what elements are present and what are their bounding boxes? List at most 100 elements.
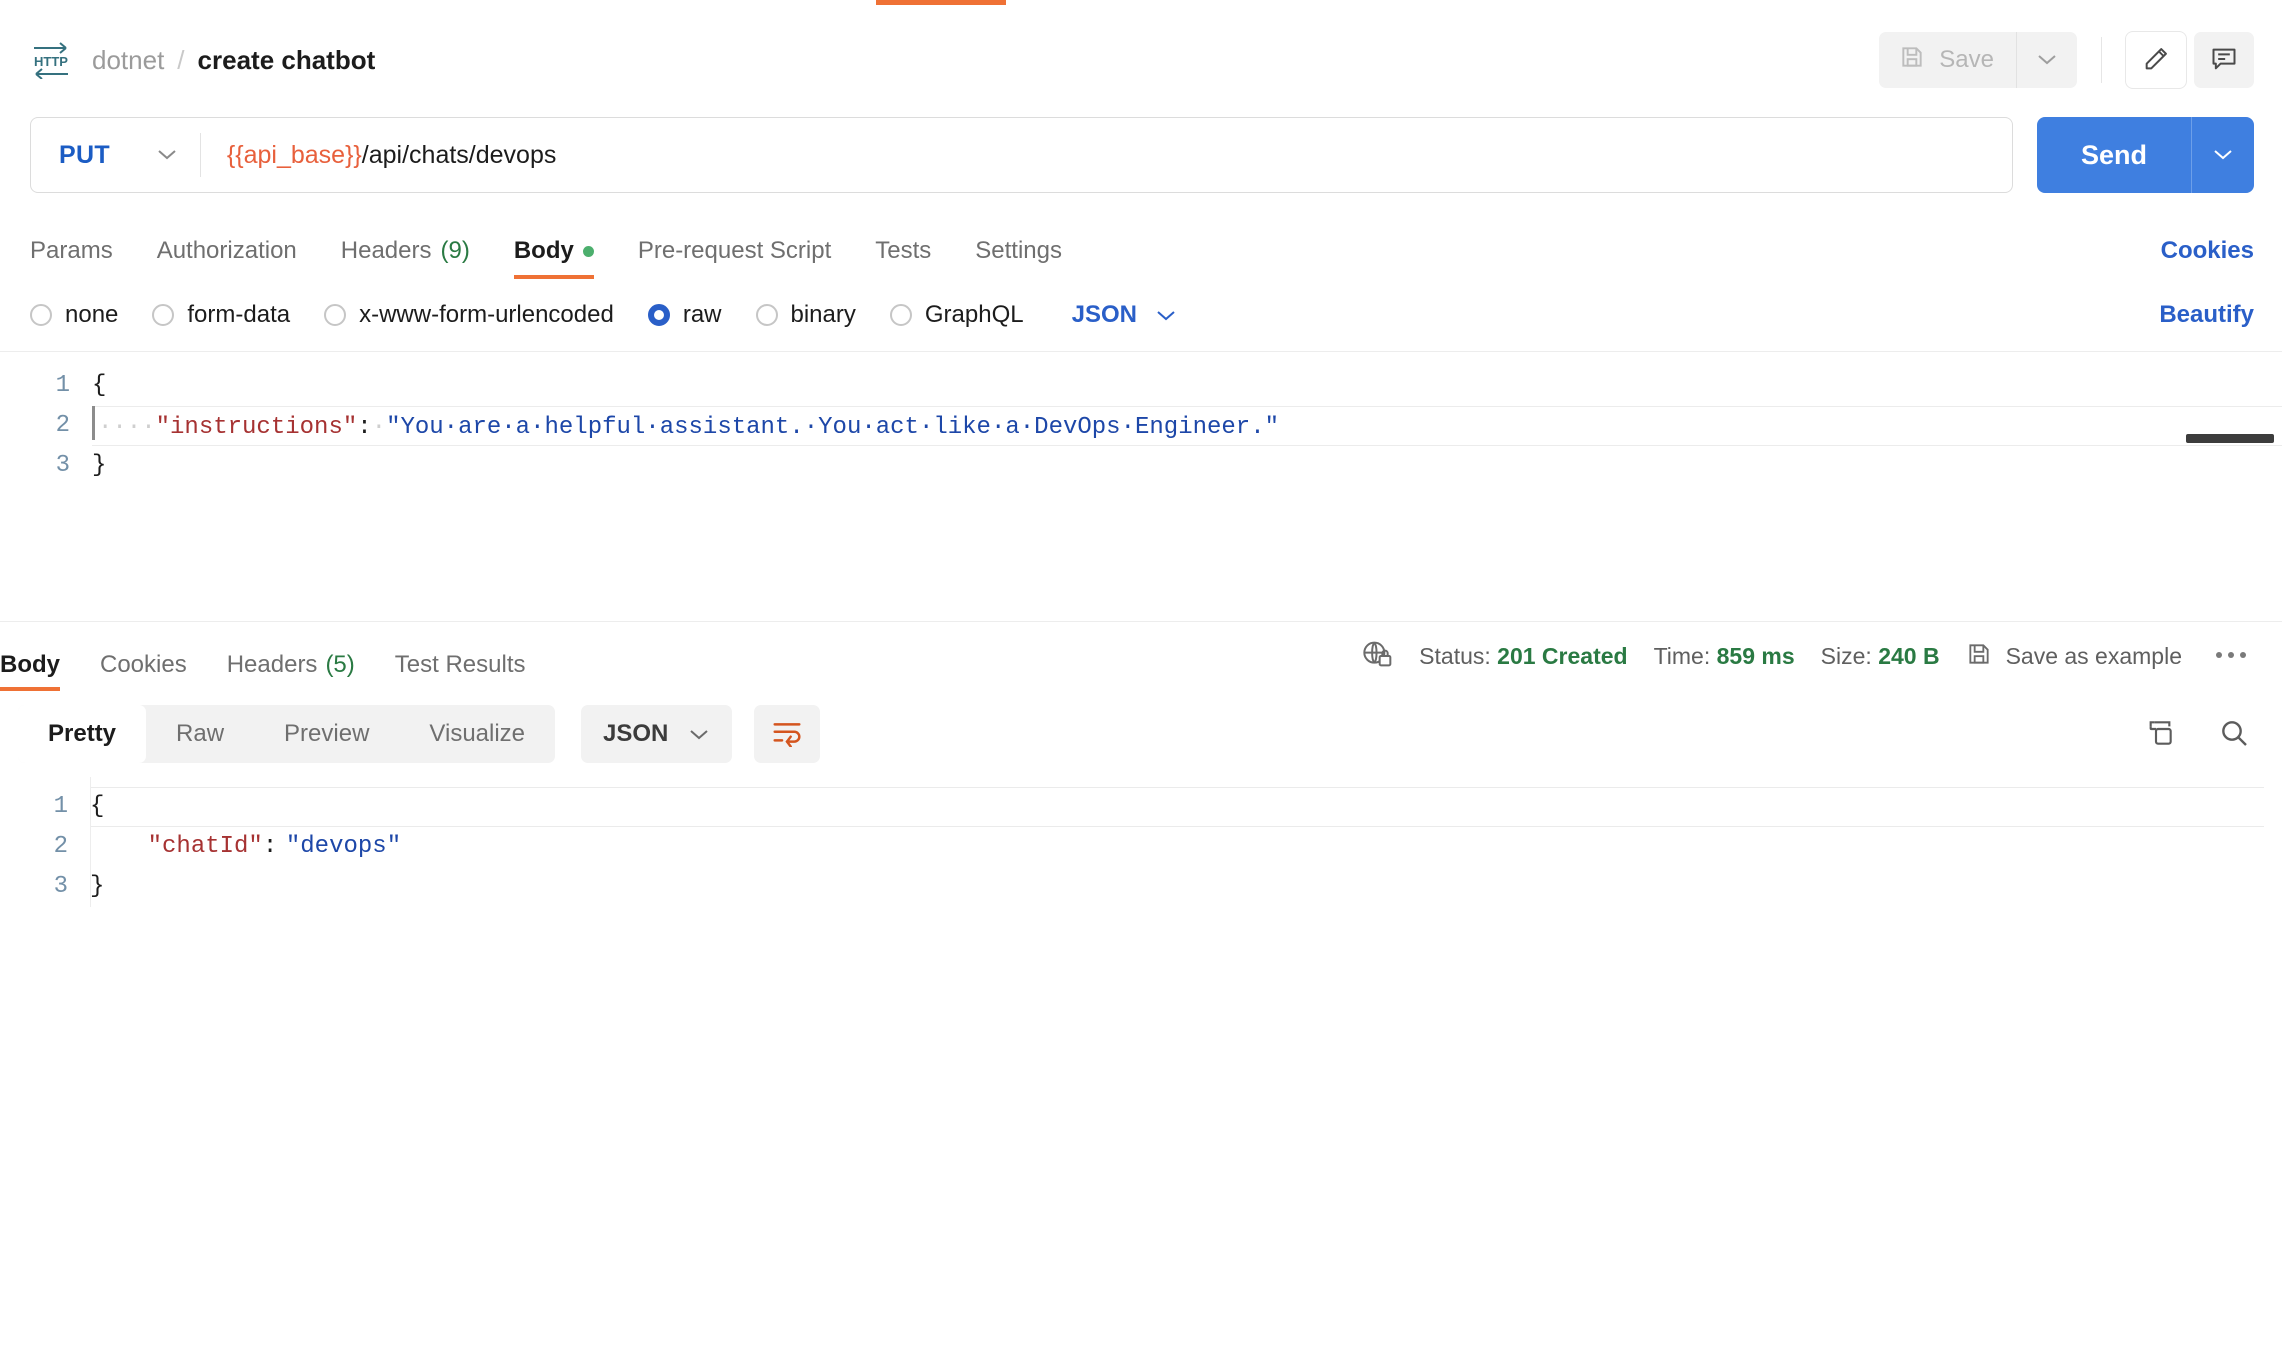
tab-settings[interactable]: Settings (975, 237, 1062, 279)
option-label: GraphQL (924, 301, 1024, 328)
ellipsis-icon (2214, 649, 2248, 664)
tab-params[interactable]: Params (30, 237, 113, 279)
radio-icon (324, 304, 347, 326)
body-type-x-www-form-urlencoded[interactable]: x-www-form-urlencoded (324, 301, 614, 329)
response-format-selector[interactable]: JSON (581, 705, 733, 763)
method-label: PUT (59, 140, 110, 169)
request-body-gutter: 1 2 3 (0, 366, 92, 486)
beautify-link[interactable]: Beautify (2159, 301, 2254, 329)
line-number: 2 (53, 833, 68, 860)
globe-lock-icon[interactable] (1361, 638, 1393, 675)
request-body-empty-space (0, 521, 2282, 621)
tab-label: Headers (226, 651, 318, 678)
code-token: { (90, 793, 105, 820)
chevron-down-icon (688, 720, 710, 748)
chevron-down-icon (1155, 301, 1177, 329)
tab-label: Headers (340, 237, 432, 264)
body-type-raw[interactable]: raw (647, 301, 722, 329)
line-number: 3 (53, 873, 68, 900)
save-button[interactable]: Save (1879, 32, 2016, 88)
view-preview[interactable]: Preview (254, 705, 399, 763)
body-type-none[interactable]: none (30, 301, 118, 329)
header-divider (2101, 37, 2102, 83)
radio-icon (152, 304, 175, 326)
view-visualize[interactable]: Visualize (399, 705, 555, 763)
code-line: } (92, 446, 2282, 486)
response-tab-body[interactable]: Body (0, 651, 60, 691)
size-value: 240 B (1878, 643, 1940, 669)
json-value: "You·are·a·helpful·assistant.·You·act·li… (386, 414, 1280, 441)
header-actions: Save (1879, 32, 2254, 88)
tab-authorization[interactable]: Authorization (157, 237, 297, 279)
tab-label: Settings (975, 237, 1062, 264)
floppy-disk-icon (1899, 44, 1925, 77)
tab-body[interactable]: Body (513, 237, 594, 279)
radio-icon (889, 304, 912, 326)
save-options-button[interactable] (2017, 32, 2077, 88)
code-token: } (90, 873, 105, 900)
url-input[interactable]: {{api_base}}/api/chats/devops (201, 141, 2012, 170)
tab-pre-request-script[interactable]: Pre-request Script (638, 237, 831, 279)
status-label: Status: 201 Created (1419, 643, 1627, 670)
body-type-graphql[interactable]: GraphQL (889, 301, 1024, 329)
word-wrap-button[interactable] (754, 705, 821, 763)
body-type-row: none form-data x-www-form-urlencoded raw… (0, 279, 2282, 351)
status-badge: 201 Created (1497, 643, 1628, 669)
radio-selected-icon (647, 304, 670, 326)
body-format-selector[interactable]: JSON (1072, 301, 1177, 329)
breadcrumb-collection[interactable]: dotnet (92, 45, 164, 76)
comments-button[interactable] (2194, 32, 2254, 88)
code-line: } (90, 867, 2282, 907)
tab-label: Authorization (156, 237, 297, 264)
response-more-options-button[interactable] (2208, 645, 2254, 668)
response-body-code[interactable]: { "chatId": "devops" } (90, 787, 2282, 907)
code-line: { (92, 366, 2282, 406)
json-colon: : (357, 414, 372, 441)
time-value: 859 ms (1716, 643, 1795, 669)
tab-tests[interactable]: Tests (875, 237, 931, 279)
request-body-editor[interactable]: 1 2 3 { ····"instructions":·"You·are·a·h… (0, 351, 2282, 521)
json-key: "instructions" (155, 414, 358, 441)
copy-icon (2144, 720, 2176, 752)
indent-guide (92, 406, 95, 440)
view-raw[interactable]: Raw (146, 705, 254, 763)
chevron-down-icon (2036, 52, 2058, 69)
active-tab-indicator (876, 0, 1006, 5)
horizontal-scrollbar[interactable] (2186, 434, 2274, 443)
tab-headers[interactable]: Headers (9) (341, 237, 470, 279)
cookies-link[interactable]: Cookies (2161, 237, 2254, 279)
send-button[interactable]: Send (2036, 117, 2191, 193)
response-tab-cookies[interactable]: Cookies (100, 651, 187, 691)
response-meta-bar: Body Cookies Headers (5) Test Results Sta… (0, 621, 2282, 691)
tab-label: Body (513, 237, 574, 264)
json-key: "chatId" (147, 833, 263, 860)
response-toolbar-actions (2140, 713, 2254, 756)
response-tab-headers[interactable]: Headers (5) (227, 651, 355, 691)
url-input-group: PUT {{api_base}}/api/chats/devops (30, 117, 2013, 193)
save-group: Save (1879, 32, 2077, 88)
url-path: /api/chats/devops (361, 140, 557, 169)
tab-label: Pre-request Script (637, 237, 832, 264)
response-headers-count: (5) (325, 651, 355, 678)
body-type-form-data[interactable]: form-data (152, 301, 290, 329)
response-tab-test-results[interactable]: Test Results (395, 651, 526, 691)
send-options-button[interactable] (2192, 117, 2254, 193)
svg-text:HTTP: HTTP (34, 54, 68, 69)
indent-dots: ···· (98, 414, 156, 441)
code-token: } (92, 452, 107, 479)
page-title: create chatbot (197, 44, 376, 75)
method-selector[interactable]: PUT (31, 118, 200, 192)
save-as-example-button[interactable]: Save as example (1966, 641, 2182, 673)
code-line: ····"instructions":·"You·are·a·helpful·a… (92, 406, 2282, 446)
request-body-code[interactable]: { ····"instructions":·"You·are·a·helpful… (92, 366, 2282, 486)
line-number: 1 (55, 372, 70, 399)
copy-response-button[interactable] (2140, 713, 2180, 756)
body-type-binary[interactable]: binary (755, 301, 856, 329)
line-number: 3 (55, 452, 70, 479)
json-colon: : (262, 833, 278, 860)
search-response-button[interactable] (2214, 713, 2254, 756)
response-body-viewer[interactable]: 1 2 3 { "chatId": "devops" } (0, 777, 2282, 907)
view-pretty[interactable]: Pretty (18, 705, 147, 763)
edit-request-button[interactable] (2126, 32, 2186, 88)
